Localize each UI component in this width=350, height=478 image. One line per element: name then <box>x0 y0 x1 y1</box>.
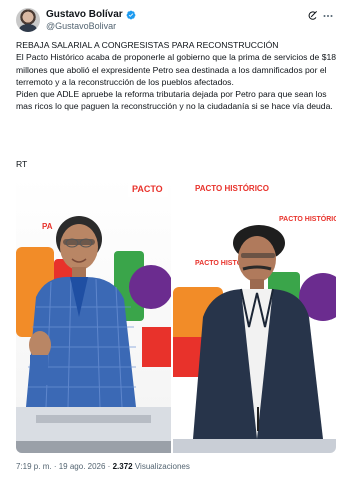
right-banner-2: PACTO HISTÓRICO <box>279 214 336 223</box>
right-banner-1: PACTO HISTÓRICO <box>195 184 269 193</box>
author-name[interactable]: Gustavo Bolívar <box>46 9 123 21</box>
tweet-paragraph-1: El Pacto Histórico acaba de proponerle a… <box>16 52 337 87</box>
photo-left-image: PACTO PA <box>16 177 171 453</box>
tweet-footer: 7:19 p. m. · 19 ago. 2026 · 2.372 Visual… <box>16 462 190 472</box>
svg-text:PA: PA <box>42 222 53 231</box>
footer-separator-2: · <box>107 462 111 471</box>
tweet-media[interactable]: PACTO PA PACTO HISTÓRICO PACTO HISTÓRIC … <box>16 177 336 453</box>
tweet-date[interactable]: 19 ago. 2026 <box>59 462 106 471</box>
grok-icon[interactable] <box>307 10 318 21</box>
avatar[interactable] <box>16 8 40 32</box>
photo-right-image: PACTO HISTÓRICO PACTO HISTÓRICO PACTO HI… <box>173 177 336 453</box>
author-name-row[interactable]: Gustavo Bolívar <box>46 9 136 21</box>
photo-right[interactable]: PACTO HISTÓRICO PACTO HISTÓRICO PACTO HI… <box>173 177 336 453</box>
photo-left[interactable]: PACTO PA <box>16 177 171 453</box>
left-banner-text: PACTO <box>132 184 163 194</box>
views-count: 2.372 <box>112 462 133 471</box>
more-options-icon[interactable] <box>322 10 334 22</box>
verified-badge-icon <box>126 10 136 20</box>
tweet-text: REBAJA SALARIAL A CONGRESISTAS PARA RECO… <box>16 39 338 113</box>
tweet-header: Gustavo Bolívar @GustavoBolivar <box>16 8 334 34</box>
tweet-headline: REBAJA SALARIAL A CONGRESISTAS PARA RECO… <box>16 40 279 50</box>
tweet-rt: RT <box>16 159 28 169</box>
tweet-paragraph-2: Piden que ADLE apruebe la reforma tribut… <box>16 89 333 112</box>
footer-separator: · <box>53 462 57 471</box>
tweet-card[interactable]: Gustavo Bolívar @GustavoBolivar REBAJA S… <box>0 0 350 478</box>
tweet-time[interactable]: 7:19 p. m. <box>16 462 52 471</box>
views-label: Visualizaciones <box>134 462 190 471</box>
author-handle[interactable]: @GustavoBolivar <box>46 21 116 32</box>
